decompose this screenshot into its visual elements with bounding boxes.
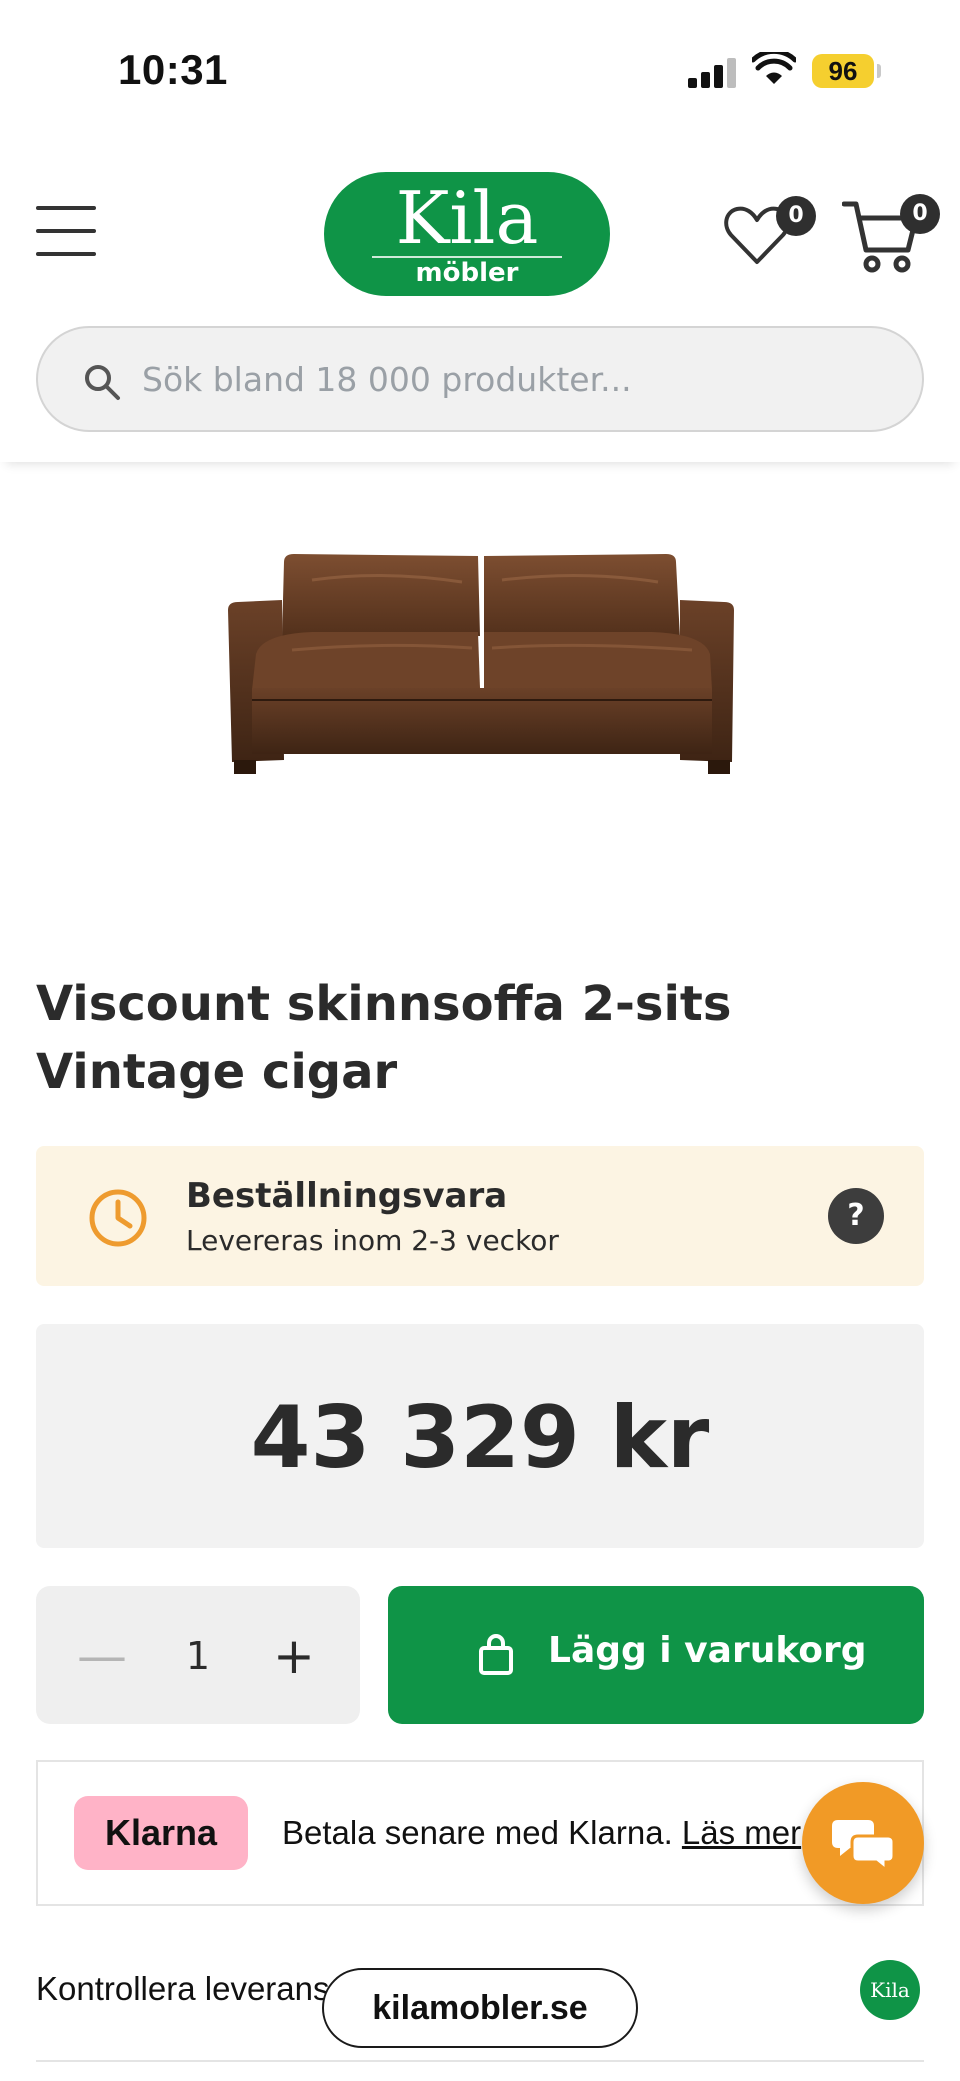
wishlist-button[interactable]: 0 xyxy=(722,192,818,272)
cart-count-badge: 0 xyxy=(900,194,940,234)
product-title: Viscount skinnsoffa 2-sits Vintage cigar xyxy=(36,976,732,1100)
bag-icon xyxy=(479,1634,513,1675)
chat-icon xyxy=(832,1820,894,1872)
klarna-logo: Klarna xyxy=(74,1796,248,1870)
menu-icon[interactable] xyxy=(36,206,96,256)
search-icon xyxy=(85,365,120,400)
product-image[interactable] xyxy=(222,550,742,776)
battery-tip xyxy=(877,64,881,78)
logo-wordmark: Kila xyxy=(395,176,539,260)
search-placeholder: Sök bland 18 000 produkter... xyxy=(142,360,632,399)
site-header: Kila möbler 0 0 Sök bland 18 000 produkt… xyxy=(0,140,960,462)
price-box: 43 329 kr xyxy=(36,1324,924,1548)
quantity-value[interactable]: 1 xyxy=(166,1626,230,1686)
help-icon[interactable]: ? xyxy=(828,1188,884,1244)
logo-subtitle: möbler xyxy=(415,258,519,288)
minus-icon[interactable]: — xyxy=(72,1626,132,1686)
product-price: 43 329 kr xyxy=(250,1388,710,1488)
battery-indicator: 96 xyxy=(812,54,874,88)
klarna-message: Betala senare med Klarna. xyxy=(282,1814,682,1851)
klarna-read-more-link[interactable]: Läs mer xyxy=(682,1814,801,1851)
wishlist-count-badge: 0 xyxy=(776,196,816,236)
browser-url-pill[interactable]: kilamobler.se xyxy=(322,1968,638,2048)
availability-title: Beställningsvara xyxy=(186,1176,508,1216)
availability-box: Beställningsvara Levereras inom 2-3 veck… xyxy=(36,1146,924,1286)
status-bar: 10:31 96 xyxy=(0,0,960,140)
plus-icon[interactable]: + xyxy=(264,1626,324,1686)
clock-icon xyxy=(89,1189,147,1247)
quantity-stepper: — 1 + xyxy=(36,1586,360,1724)
search-input[interactable]: Sök bland 18 000 produkter... xyxy=(36,326,924,432)
status-time: 10:31 xyxy=(118,46,228,93)
signal-icon xyxy=(688,58,736,88)
site-logo[interactable]: Kila möbler xyxy=(324,172,610,296)
availability-subtitle: Levereras inom 2-3 veckor xyxy=(186,1224,559,1257)
chat-button[interactable] xyxy=(802,1782,924,1904)
wifi-icon xyxy=(752,52,796,84)
mini-logo: Kila xyxy=(860,1960,920,2020)
add-to-cart-button[interactable]: Lägg i varukorg xyxy=(388,1586,924,1724)
klarna-text: Betala senare med Klarna. Läs mer xyxy=(282,1814,801,1852)
add-to-cart-label: Lägg i varukorg xyxy=(548,1630,867,1671)
cart-button[interactable]: 0 xyxy=(842,190,948,280)
klarna-banner: Klarna Betala senare med Klarna. Läs mer xyxy=(36,1760,924,1906)
